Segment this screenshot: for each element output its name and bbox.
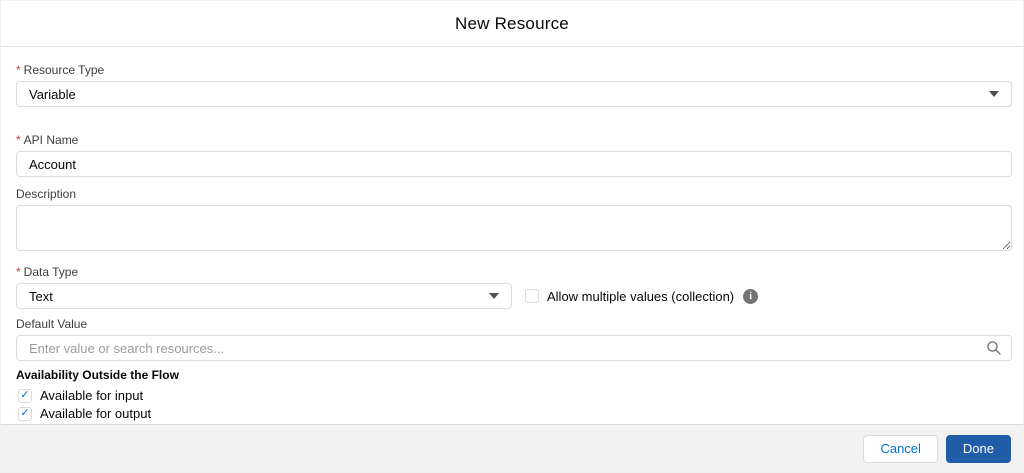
- description-textarea[interactable]: [16, 205, 1012, 251]
- resource-type-label-text: Resource Type: [23, 63, 105, 77]
- allow-multiple-checkbox[interactable]: [525, 289, 539, 303]
- resource-type-label: * Resource Type: [16, 63, 1012, 77]
- available-for-input-row: Available for input: [16, 388, 1012, 403]
- chevron-down-icon: [489, 293, 499, 299]
- description-label: Description: [16, 187, 1012, 201]
- cancel-button[interactable]: Cancel: [863, 434, 938, 463]
- default-value-combobox: [16, 335, 1012, 361]
- modal-title: New Resource: [455, 13, 569, 33]
- description-label-text: Description: [16, 187, 77, 201]
- default-value-field-group: Default Value: [16, 317, 1012, 361]
- data-type-label-text: Data Type: [23, 265, 79, 279]
- default-value-label-text: Default Value: [16, 317, 88, 331]
- allow-multiple-label: Allow multiple values (collection): [547, 288, 735, 304]
- new-resource-modal: New Resource * Resource Type Variable * …: [0, 0, 1024, 473]
- resource-type-select[interactable]: Variable: [16, 81, 1012, 107]
- done-button[interactable]: Done: [945, 434, 1011, 463]
- required-asterisk: *: [16, 133, 21, 147]
- available-for-output-label: Available for output: [40, 406, 152, 421]
- data-type-label: * Data Type: [16, 265, 512, 279]
- default-value-label: Default Value: [16, 317, 1012, 331]
- allow-multiple-row: Allow multiple values (collection) i: [525, 283, 759, 309]
- data-type-field-group: * Data Type Text: [16, 265, 512, 309]
- chevron-down-icon: [989, 91, 999, 97]
- resource-type-field-group: * Resource Type Variable: [16, 63, 1012, 107]
- data-type-selected-value: Text: [29, 288, 53, 304]
- api-name-field-group: * API Name: [16, 133, 1012, 177]
- required-asterisk: *: [16, 63, 21, 77]
- description-field-group: Description: [16, 187, 1012, 251]
- available-for-input-label: Available for input: [40, 388, 144, 403]
- api-name-input[interactable]: [16, 151, 1012, 177]
- modal-body: * Resource Type Variable * API Name Desc…: [1, 47, 1023, 424]
- data-type-row: * Data Type Text Allow multiple values (…: [16, 265, 1012, 309]
- available-for-output-row: Available for output: [16, 406, 1012, 421]
- api-name-label-text: API Name: [23, 133, 79, 147]
- available-for-input-checkbox[interactable]: [18, 388, 32, 403]
- modal-header: New Resource: [1, 1, 1023, 47]
- available-for-output-checkbox[interactable]: [18, 406, 32, 421]
- default-value-input[interactable]: [29, 340, 981, 356]
- availability-section: Availability Outside the Flow Available …: [16, 368, 1012, 421]
- required-asterisk: *: [16, 265, 21, 279]
- api-name-label: * API Name: [16, 133, 1012, 147]
- data-type-select[interactable]: Text: [16, 283, 512, 309]
- modal-footer: Cancel Done: [1, 424, 1023, 472]
- resource-type-selected-value: Variable: [29, 86, 76, 102]
- availability-heading: Availability Outside the Flow: [16, 368, 179, 382]
- info-icon[interactable]: i: [743, 288, 759, 304]
- search-icon[interactable]: [986, 340, 1002, 359]
